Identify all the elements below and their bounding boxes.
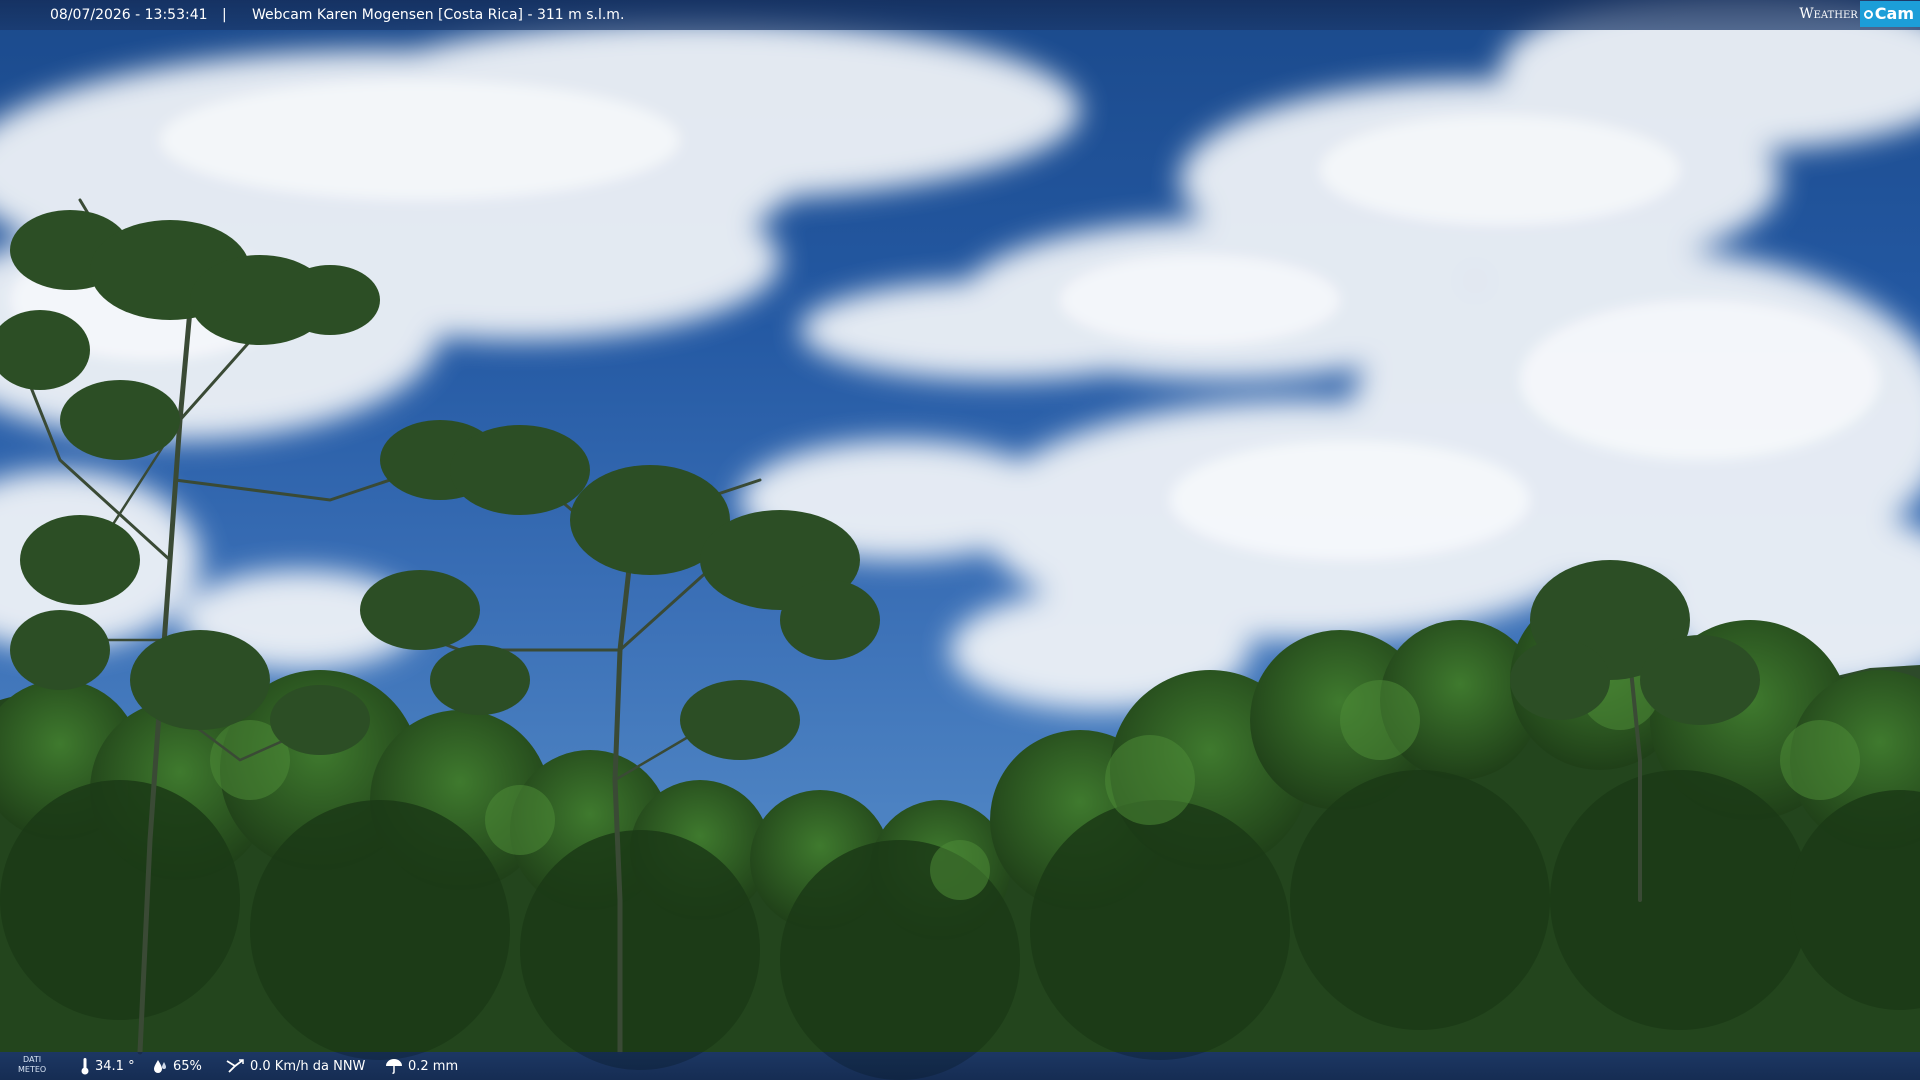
- weather-data-bar: DATI METEO 34.1 ° 65% 0.0 Km/h da NNW 0.…: [0, 1052, 1920, 1080]
- humidity-value: 65%: [173, 1058, 202, 1074]
- timestamp: 08/07/2026 - 13:53:41: [50, 7, 208, 23]
- humidity-readout: 65%: [152, 1052, 202, 1080]
- logo-dot-icon: [1863, 9, 1873, 19]
- rain-readout: 0.2 mm: [385, 1052, 458, 1080]
- weather-bar-label: DATI METEO: [18, 1055, 46, 1075]
- weather-bar-label-line2: METEO: [18, 1065, 47, 1074]
- webcam-header-bar: 08/07/2026 - 13:53:41 | Webcam Karen Mog…: [0, 0, 1920, 30]
- webcam-frame: 08/07/2026 - 13:53:41 | Webcam Karen Mog…: [0, 0, 1920, 1080]
- thermometer-icon: [80, 1057, 90, 1075]
- logo-weather-text: Weather: [1799, 6, 1858, 22]
- logo-cam-text: Cam: [1874, 4, 1914, 23]
- rain-value: 0.2 mm: [408, 1058, 459, 1074]
- rain-icon: [385, 1058, 403, 1074]
- webcam-title: Webcam Karen Mogensen [Costa Rica] - 311…: [252, 7, 625, 23]
- humidity-icon: [152, 1058, 168, 1074]
- logo-cam-box: Cam: [1859, 1, 1920, 27]
- landscape-illustration: [0, 0, 1920, 1080]
- wind-icon: [225, 1058, 245, 1074]
- weathercam-logo: Weather Cam: [1799, 0, 1920, 28]
- header-separator: |: [222, 7, 227, 23]
- temperature-readout: 34.1 °: [80, 1052, 135, 1080]
- temperature-value: 34.1 °: [95, 1058, 135, 1074]
- weather-bar-label-line1: DATI: [23, 1055, 42, 1064]
- wind-readout: 0.0 Km/h da NNW: [225, 1052, 365, 1080]
- wind-value: 0.0 Km/h da NNW: [250, 1058, 366, 1074]
